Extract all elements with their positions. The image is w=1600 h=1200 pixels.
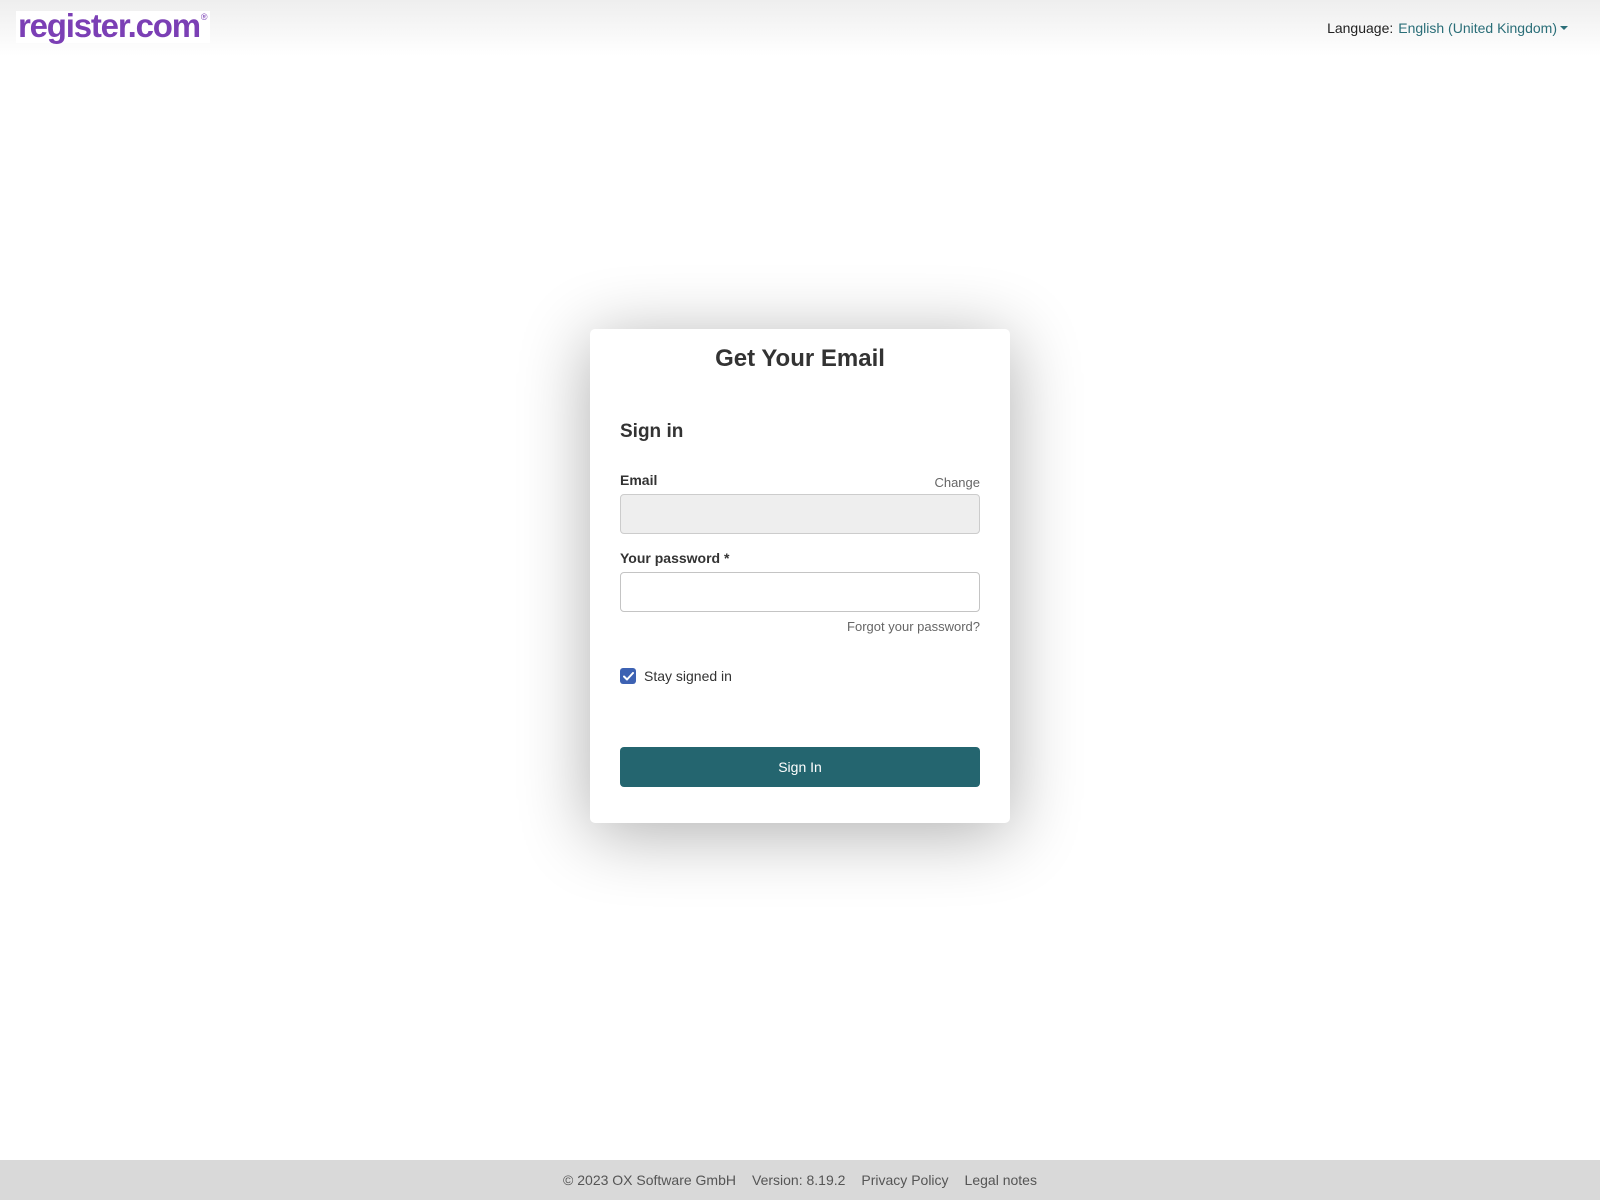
page-title: Get Your Email bbox=[715, 345, 885, 372]
password-label: Your password * bbox=[620, 550, 730, 566]
register-logo[interactable]: register.com ® bbox=[16, 7, 210, 44]
login-card: Get Your Email Sign in Email Change Your… bbox=[590, 329, 1010, 823]
page-footer: © 2023 OX Software GmbH Version: 8.19.2 … bbox=[0, 1160, 1600, 1200]
language-selector: Language: English (United Kingdom) bbox=[1327, 20, 1568, 36]
sign-in-button[interactable]: Sign In bbox=[620, 747, 980, 787]
caret-down-icon[interactable] bbox=[1560, 26, 1568, 30]
email-field[interactable] bbox=[620, 494, 980, 534]
password-field[interactable] bbox=[620, 572, 980, 612]
version-text: Version: 8.19.2 bbox=[752, 1172, 846, 1188]
stay-signed-in-label[interactable]: Stay signed in bbox=[644, 668, 732, 684]
copyright-text: © 2023 OX Software GmbH bbox=[563, 1172, 736, 1188]
check-icon bbox=[622, 671, 634, 680]
stay-signed-in[interactable]: Stay signed in bbox=[620, 668, 732, 684]
language-dropdown[interactable]: English (United Kingdom) bbox=[1398, 20, 1557, 36]
signin-heading: Sign in bbox=[620, 421, 684, 442]
stay-signed-in-checkbox[interactable] bbox=[620, 668, 636, 684]
legal-notes-link[interactable]: Legal notes bbox=[965, 1172, 1037, 1188]
change-email-link[interactable]: Change bbox=[934, 475, 980, 490]
top-header: register.com ® Language: English (United … bbox=[0, 0, 1600, 56]
forgot-password-link[interactable]: Forgot your password? bbox=[847, 619, 980, 634]
language-label: Language: bbox=[1327, 20, 1394, 36]
email-label: Email bbox=[620, 472, 658, 488]
privacy-policy-link[interactable]: Privacy Policy bbox=[861, 1172, 948, 1188]
logo-registered-mark: ® bbox=[200, 12, 208, 22]
logo-text: register.com bbox=[18, 7, 201, 44]
